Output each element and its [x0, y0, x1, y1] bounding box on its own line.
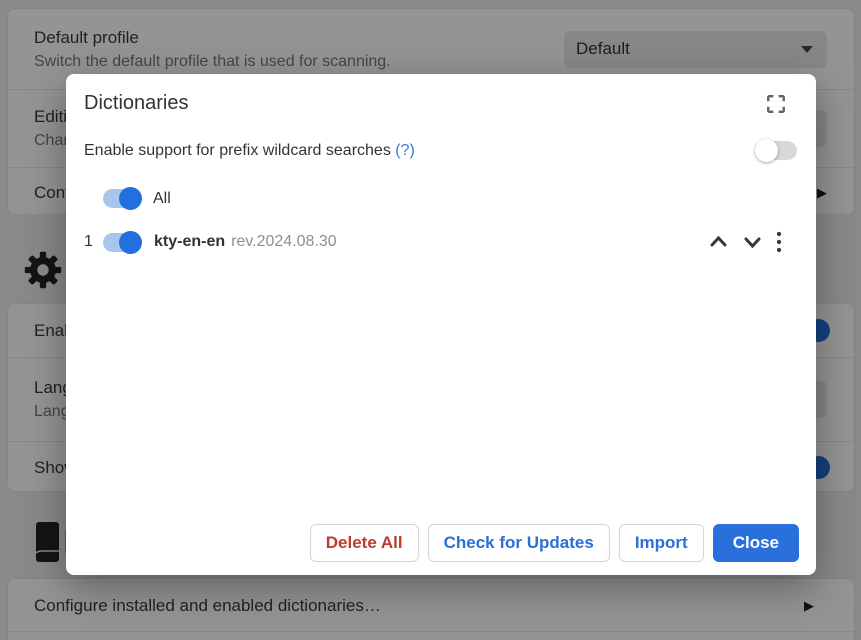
- wildcard-setting-row: Enable support for prefix wildcard searc…: [66, 141, 816, 160]
- chevron-down-icon: [742, 233, 763, 251]
- close-button[interactable]: Close: [713, 524, 799, 562]
- delete-all-button[interactable]: Delete All: [310, 524, 419, 562]
- dictionary-revision: rev.2024.08.30: [231, 233, 337, 251]
- settings-page: Default profile Switch the default profi…: [0, 0, 861, 640]
- modal-footer: Delete All Check for Updates Import Clos…: [66, 524, 816, 575]
- toggle-knob: [119, 231, 142, 254]
- fullscreen-icon: [765, 93, 787, 115]
- dictionary-row: 1 kty-en-en rev.2024.08.30: [66, 231, 816, 253]
- all-dictionaries-row: All: [66, 189, 816, 208]
- modal-header: Dictionaries: [66, 74, 816, 115]
- wildcard-label-text: Enable support for prefix wildcard searc…: [84, 142, 391, 159]
- check-for-updates-button[interactable]: Check for Updates: [428, 524, 610, 562]
- all-toggle-label: All: [153, 190, 171, 208]
- wildcard-help-link[interactable]: (?): [395, 142, 415, 159]
- toggle-knob: [119, 187, 142, 210]
- dictionary-name: kty-en-en: [154, 233, 225, 251]
- dictionaries-modal: Dictionaries Enable support for prefix w…: [66, 74, 816, 575]
- all-toggle[interactable]: [103, 189, 139, 208]
- move-up-button[interactable]: [708, 233, 729, 251]
- dictionary-toggle[interactable]: [103, 233, 139, 252]
- wildcard-toggle[interactable]: [757, 141, 797, 160]
- fullscreen-button[interactable]: [765, 93, 787, 115]
- chevron-up-icon: [708, 233, 729, 251]
- toggle-knob: [755, 139, 778, 162]
- import-button[interactable]: Import: [619, 524, 704, 562]
- wildcard-label: Enable support for prefix wildcard searc…: [84, 142, 415, 160]
- kebab-menu-icon: [776, 231, 782, 253]
- move-down-button[interactable]: [742, 233, 763, 251]
- dictionary-index: 1: [84, 233, 103, 251]
- modal-title: Dictionaries: [84, 92, 188, 115]
- dictionary-menu-button[interactable]: [776, 231, 782, 253]
